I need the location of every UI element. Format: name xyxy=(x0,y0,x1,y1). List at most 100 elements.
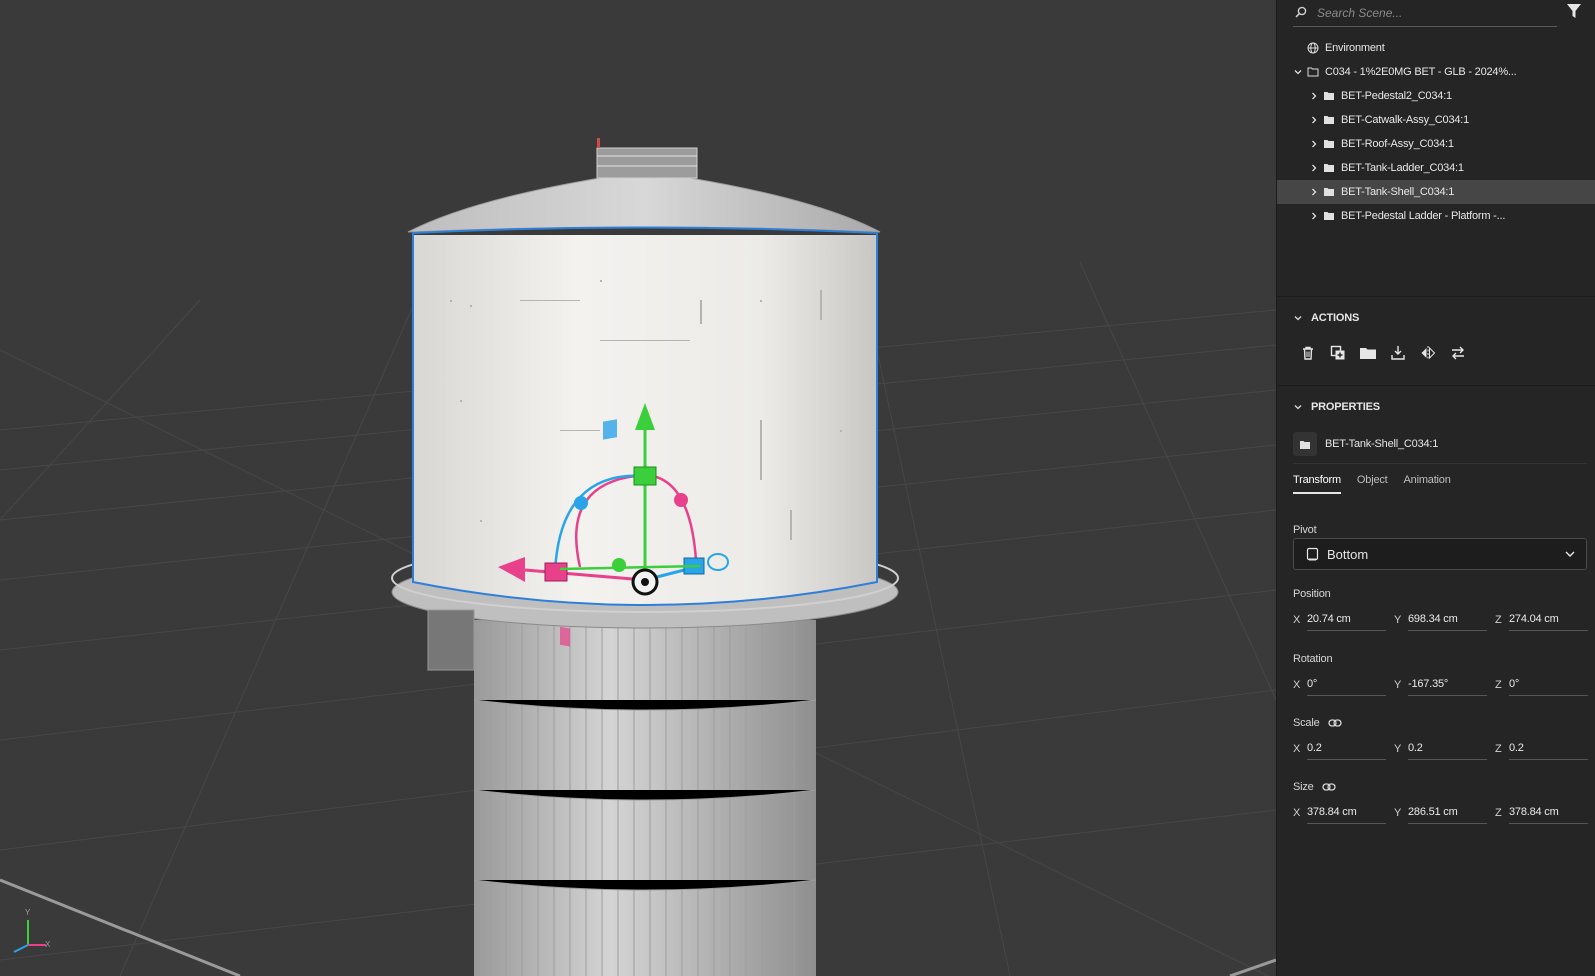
chevron-right-icon[interactable] xyxy=(1309,163,1319,173)
folder-icon xyxy=(1323,210,1337,222)
tree-item-catwalk[interactable]: BET-Catwalk-Assy_C034:1 xyxy=(1277,108,1595,132)
properties-tabs: Transform Object Animation xyxy=(1293,474,1451,494)
scale-y-input[interactable] xyxy=(1408,738,1487,760)
size-x-input[interactable] xyxy=(1307,802,1386,824)
axis-y-label: Y xyxy=(1394,614,1402,626)
position-x-input[interactable] xyxy=(1307,609,1386,631)
rotation-fields: X Y Z xyxy=(1293,673,1595,697)
folder-icon xyxy=(1323,90,1337,102)
chevron-right-icon[interactable] xyxy=(1309,139,1319,149)
axis-x-label: X xyxy=(1293,743,1301,755)
size-z-input[interactable] xyxy=(1509,802,1588,824)
pivot-bottom-icon xyxy=(1306,547,1319,561)
tab-object[interactable]: Object xyxy=(1357,474,1388,494)
properties-title: PROPERTIES xyxy=(1311,401,1380,413)
folder-icon xyxy=(1323,138,1337,150)
divider xyxy=(1277,296,1595,297)
roof xyxy=(407,138,881,233)
size-label: Size xyxy=(1293,781,1314,793)
tree-item-pedestal2[interactable]: BET-Pedestal2_C034:1 xyxy=(1277,84,1595,108)
axis-y-label: Y xyxy=(1394,807,1402,819)
tree-item-label: BET-Roof-Assy_C034:1 xyxy=(1341,138,1454,150)
axis-x-label: X xyxy=(1293,614,1301,626)
tree-item-label: BET-Pedestal Ladder - Platform -... xyxy=(1341,210,1506,222)
position-z-input[interactable] xyxy=(1509,609,1588,631)
axis-triad-label-x: X xyxy=(45,940,51,949)
scene-panel: Environment C034 - 1%2E0MG BET - GLB - 2… xyxy=(1276,0,1595,976)
swap-icon[interactable] xyxy=(1449,344,1467,362)
link-icon[interactable] xyxy=(1321,782,1336,792)
tree-item-roof[interactable]: BET-Roof-Assy_C034:1 xyxy=(1277,132,1595,156)
filter-icon[interactable] xyxy=(1565,2,1583,20)
pivot-value: Bottom xyxy=(1327,546,1369,562)
chevron-down-icon xyxy=(1294,405,1302,410)
link-icon[interactable] xyxy=(1327,718,1342,728)
scale-fields: X Y Z xyxy=(1293,737,1595,761)
folder-icon xyxy=(1293,432,1317,456)
delete-icon[interactable] xyxy=(1299,344,1317,362)
chevron-down-icon xyxy=(1565,551,1575,557)
tree-item-root[interactable]: C034 - 1%2E0MG BET - GLB - 2024%... xyxy=(1277,60,1595,84)
3d-viewport[interactable]: Y X xyxy=(0,0,1276,976)
rotation-y-input[interactable] xyxy=(1408,674,1487,696)
pedestal xyxy=(473,620,817,976)
folder-icon xyxy=(1323,186,1337,198)
position-label: Position xyxy=(1293,588,1331,600)
scene-render xyxy=(0,138,1276,976)
rotation-label: Rotation xyxy=(1293,653,1333,665)
axis-y-label: Y xyxy=(1394,679,1402,691)
chevron-down-icon[interactable] xyxy=(1293,67,1303,77)
group-folder-icon[interactable] xyxy=(1359,344,1377,362)
scale-z-input[interactable] xyxy=(1509,738,1588,760)
chevron-right-icon[interactable] xyxy=(1309,91,1319,101)
size-y-input[interactable] xyxy=(1408,802,1487,824)
axis-z-label: Z xyxy=(1495,614,1502,626)
scale-x-input[interactable] xyxy=(1307,738,1386,760)
selected-object-row: BET-Tank-Shell_C034:1 xyxy=(1293,432,1438,456)
scale-label: Scale xyxy=(1293,717,1320,729)
pivot-label: Pivot xyxy=(1293,524,1317,536)
tab-transform[interactable]: Transform xyxy=(1293,474,1341,494)
folder-outline-icon xyxy=(1307,66,1321,78)
scale-label-row: Scale xyxy=(1293,717,1342,729)
tree-item-environment[interactable]: Environment xyxy=(1277,36,1595,60)
axis-z-label: Z xyxy=(1495,743,1502,755)
axis-y-label: Y xyxy=(1394,743,1402,755)
search-icon xyxy=(1295,6,1313,21)
axis-z-label: Z xyxy=(1495,679,1502,691)
rotation-x-input[interactable] xyxy=(1307,674,1386,696)
size-label-row: Size xyxy=(1293,781,1336,793)
tree-item-tank-ladder[interactable]: BET-Tank-Ladder_C034:1 xyxy=(1277,156,1595,180)
axis-x-label: X xyxy=(1293,679,1301,691)
rotation-z-input[interactable] xyxy=(1509,674,1588,696)
mirror-icon[interactable] xyxy=(1419,344,1437,362)
tab-animation[interactable]: Animation xyxy=(1404,474,1451,494)
tree-item-label: BET-Tank-Shell_C034:1 xyxy=(1341,186,1455,198)
divider xyxy=(1277,385,1595,386)
folder-icon xyxy=(1323,162,1337,174)
tree-item-tank-shell[interactable]: BET-Tank-Shell_C034:1 xyxy=(1277,180,1595,204)
chevron-down-icon xyxy=(1294,316,1302,321)
chevron-right-icon[interactable] xyxy=(1309,187,1319,197)
tree-item-pedestal-ladder[interactable]: BET-Pedestal Ladder - Platform -... xyxy=(1277,204,1595,228)
globe-icon xyxy=(1307,42,1321,54)
actions-section-header[interactable]: ACTIONS xyxy=(1293,312,1359,324)
tree-item-label: BET-Tank-Ladder_C034:1 xyxy=(1341,162,1464,174)
actions-toolbar xyxy=(1299,344,1467,362)
position-fields: X Y Z xyxy=(1293,608,1595,632)
position-y-input[interactable] xyxy=(1408,609,1487,631)
duplicate-icon[interactable] xyxy=(1329,344,1347,362)
chevron-right-icon[interactable] xyxy=(1309,211,1319,221)
properties-section-header[interactable]: PROPERTIES xyxy=(1293,401,1380,413)
tree-item-label: BET-Catwalk-Assy_C034:1 xyxy=(1341,114,1470,126)
axis-x-label: X xyxy=(1293,807,1301,819)
drop-to-ground-icon[interactable] xyxy=(1389,344,1407,362)
pivot-select[interactable]: Bottom xyxy=(1293,538,1587,570)
chevron-right-icon[interactable] xyxy=(1309,115,1319,125)
tree-item-label: BET-Pedestal2_C034:1 xyxy=(1341,90,1452,102)
search-input[interactable] xyxy=(1317,6,1547,20)
divider xyxy=(1293,463,1587,464)
scene-tree: Environment C034 - 1%2E0MG BET - GLB - 2… xyxy=(1277,36,1595,228)
axis-z-label: Z xyxy=(1495,807,1502,819)
actions-title: ACTIONS xyxy=(1311,312,1360,324)
